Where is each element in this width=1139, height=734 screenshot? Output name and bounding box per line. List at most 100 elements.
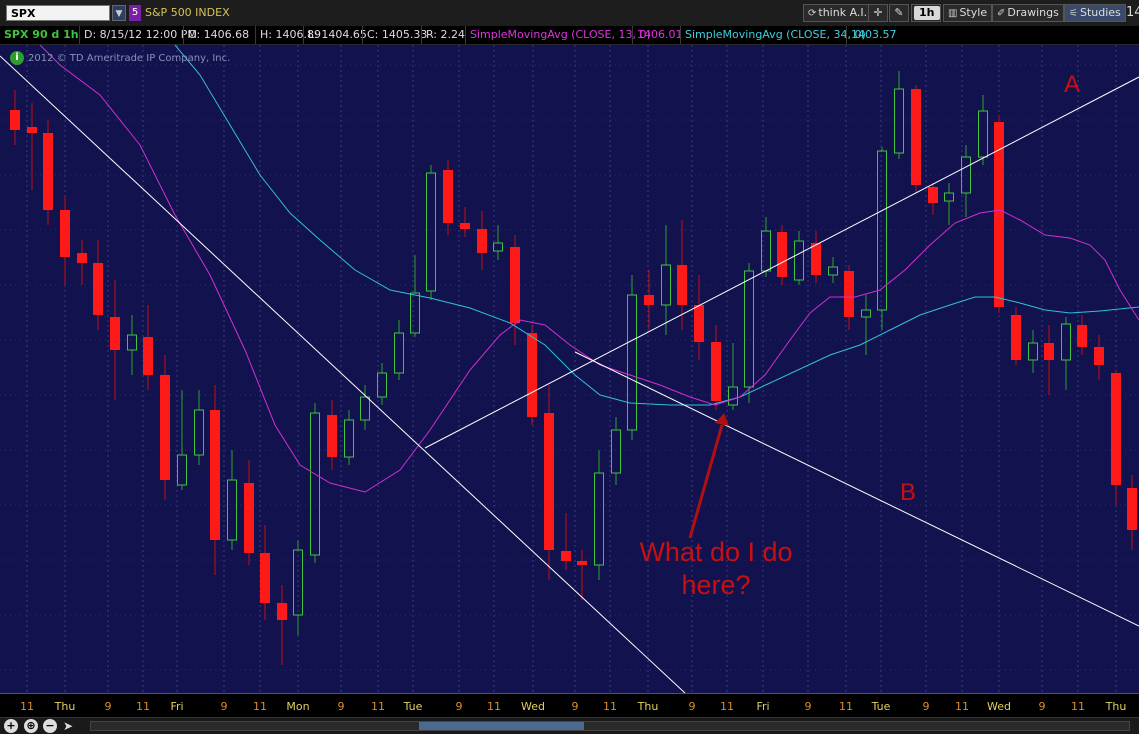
- time-axis-label: 9: [571, 700, 579, 713]
- time-axis-label: 11: [955, 700, 969, 713]
- candle-body-up: [344, 419, 354, 458]
- annotation-question-line2: here?: [681, 570, 751, 600]
- candle-body-down: [244, 483, 254, 553]
- candle-body-down: [327, 415, 337, 457]
- symbol-dropdown-button[interactable]: ▼: [112, 5, 126, 21]
- wrench-settings-button[interactable]: ✎: [889, 4, 909, 22]
- info-bar: SPX 90 d 1h D: 8/15/12 12:00 PM O: 1406.…: [0, 26, 1139, 45]
- link-group-badge[interactable]: 5: [129, 5, 141, 21]
- candle-body-up: [227, 479, 237, 541]
- candle-body-up: [127, 334, 137, 351]
- candle-body-up: [594, 472, 604, 566]
- wrench-icon: ✎: [894, 6, 904, 19]
- info-ma34-label: SimpleMovingAvg (CLOSE, 34, 0): [680, 26, 866, 44]
- crosshair-tool-button[interactable]: ✛: [868, 4, 888, 22]
- time-axis-label: Tue: [871, 700, 891, 713]
- symbol-input[interactable]: SPX: [6, 5, 110, 21]
- time-axis: 11 Thu 9 11 Fri 9 11 Mon 9 11 Tue 9 11 Wed 9 11 Thu 9 11 Fr…: [0, 693, 1139, 718]
- candle-body-up: [1061, 323, 1071, 361]
- candle-body-down: [277, 603, 287, 620]
- time-axis-label: Wed: [987, 700, 1011, 713]
- chart-canvas[interactable]: [0, 45, 1139, 693]
- candle-body-down: [1011, 315, 1021, 360]
- symbol-description: S&P 500 INDEX: [145, 6, 230, 19]
- info-ma34-value: 1403.57: [846, 26, 897, 44]
- candle-body-down: [43, 133, 53, 210]
- info-date: D: 8/15/12 12:00 PM: [79, 26, 197, 44]
- zoom-out-icon[interactable]: −: [43, 719, 57, 733]
- studies-label: Studies: [1079, 6, 1121, 19]
- candle-body-up: [177, 454, 187, 486]
- candle-body-down: [844, 271, 854, 317]
- info-icon[interactable]: i: [10, 51, 24, 65]
- info-ma13-value: 1406.01: [632, 26, 683, 44]
- candle-body-down: [577, 561, 587, 565]
- zoom-fit-icon[interactable]: ⊕: [24, 719, 38, 733]
- horizontal-gridlines: [0, 64, 1139, 671]
- time-axis-label: 11: [839, 700, 853, 713]
- candle-body-down: [110, 317, 120, 350]
- style-icon: ▥: [948, 8, 958, 19]
- candle-body-down: [260, 553, 270, 603]
- time-axis-label: Wed: [521, 700, 545, 713]
- refresh-icon: ⟳: [808, 8, 817, 19]
- timeframe-label: 1h: [914, 6, 940, 20]
- time-axis-label: 11: [371, 700, 385, 713]
- info-range: R: 2.24: [421, 26, 465, 44]
- info-close: C: 1405.33: [362, 26, 427, 44]
- candle-body-down: [60, 210, 70, 257]
- time-axis-label: 11: [603, 700, 617, 713]
- time-axis-label: 11: [253, 700, 267, 713]
- candle-body-up: [493, 242, 503, 252]
- candle-body-up: [611, 429, 621, 474]
- studies-button[interactable]: ⚟ Studies: [1064, 4, 1126, 22]
- annotation-arrow: [688, 413, 729, 539]
- candle-body-down: [210, 410, 220, 540]
- candle-body-up: [360, 396, 370, 421]
- annotation-question-line1: What do I do: [639, 537, 793, 567]
- time-axis-label: 11: [136, 700, 150, 713]
- time-axis-label: 11: [1071, 700, 1085, 713]
- candle-body-down: [160, 375, 170, 480]
- time-axis-label: 9: [220, 700, 228, 713]
- drawings-button[interactable]: ✐ Drawings: [992, 4, 1064, 22]
- timeframe-button[interactable]: 1h: [911, 4, 941, 22]
- candle-body-down: [694, 305, 704, 342]
- zoom-in-icon[interactable]: +: [4, 719, 18, 733]
- time-axis-label: Mon: [286, 700, 310, 713]
- candle-body-down: [93, 263, 103, 315]
- price-chart[interactable]: i 2012 © TD Ameritrade IP Company, Inc. …: [0, 45, 1139, 693]
- candle-body-down: [928, 187, 938, 203]
- annotation-label-a: A: [1064, 71, 1081, 98]
- candle-body-down: [544, 413, 554, 550]
- scrollbar-thumb[interactable]: [419, 722, 584, 730]
- time-axis-label: 11: [20, 700, 34, 713]
- candle-body-up: [426, 172, 436, 292]
- think-ai-label: think A.I.: [818, 6, 868, 19]
- think-ai-button[interactable]: ⟳ think A.I.: [803, 4, 873, 22]
- trendline-up-a: [424, 76, 1139, 449]
- candle-body-down: [644, 295, 654, 305]
- studies-icon: ⚟: [1069, 8, 1078, 19]
- candle-body-down: [143, 337, 153, 375]
- candle-body-up: [1028, 342, 1038, 361]
- time-axis-label: Thu: [1105, 700, 1127, 713]
- candle-body-down: [510, 247, 520, 323]
- candle-body-down: [777, 232, 787, 277]
- pencil-icon: ✐: [997, 8, 1006, 19]
- candle-body-down: [1077, 325, 1087, 347]
- candle-body-down: [1044, 343, 1054, 360]
- chart-scrollbar[interactable]: [90, 721, 1130, 731]
- candle-body-up: [194, 409, 204, 456]
- arrow-head-icon: [715, 413, 729, 426]
- candle-body-down: [1094, 347, 1104, 365]
- time-axis-label: Fri: [170, 700, 184, 713]
- candle-body-up: [310, 412, 320, 556]
- style-button[interactable]: ▥ Style: [943, 4, 993, 22]
- candle-body-down: [10, 110, 20, 130]
- info-symbol: SPX 90 d 1h: [4, 28, 79, 41]
- chevron-down-icon: ▼: [115, 9, 123, 19]
- pointer-icon[interactable]: ➤: [63, 719, 73, 733]
- time-axis-label: Fri: [756, 700, 770, 713]
- time-axis-label: 11: [720, 700, 734, 713]
